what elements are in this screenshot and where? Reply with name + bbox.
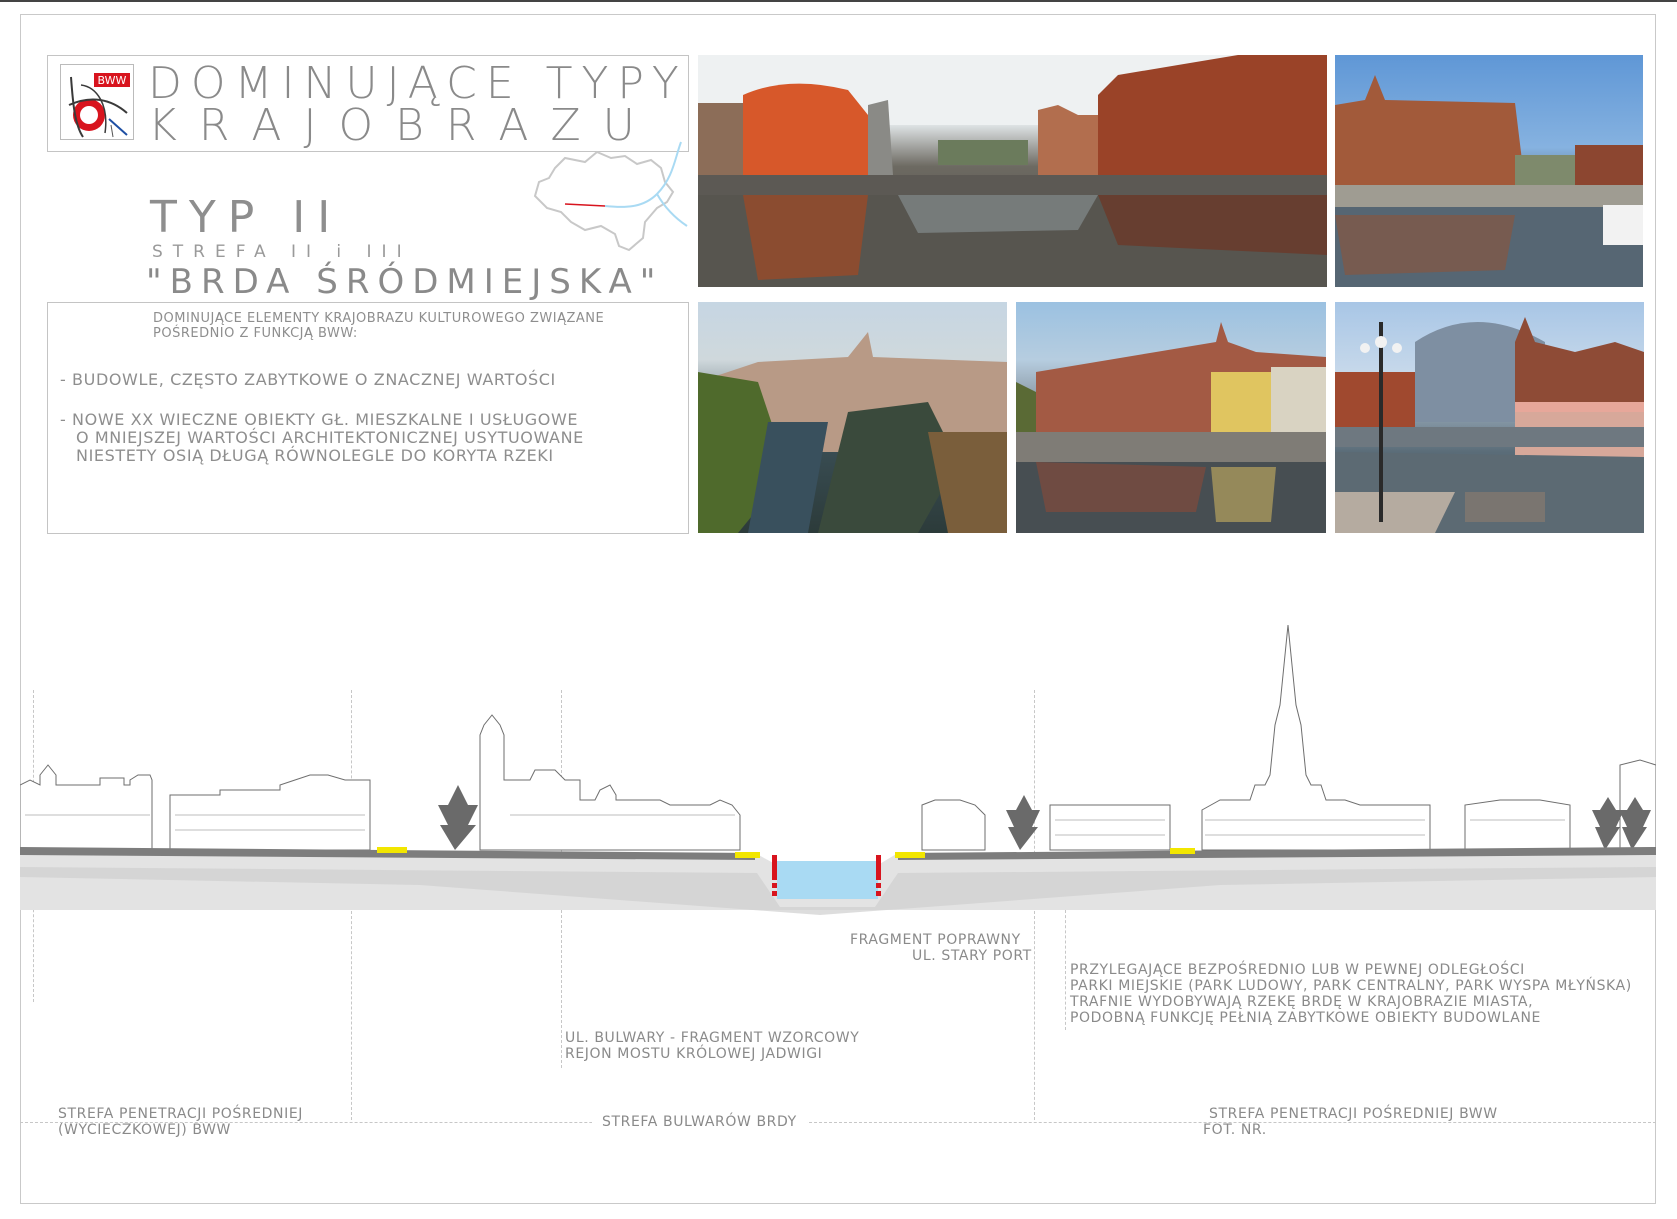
logo-text: BWW: [98, 74, 127, 87]
zone-right-line-1: STREFA PENETRACJI POŚREDNIEJ BWW: [1203, 1106, 1504, 1122]
bullet-1: - BUDOWLE, CZĘSTO ZABYTKOWE O ZNACZNEJ W…: [60, 370, 556, 389]
zone-left-line-1: STREFA PENETRACJI POŚREDNIEJ: [58, 1106, 310, 1122]
bullet-2-line-1: - NOWE XX WIECZNE OBIEKTY GŁ. MIESZKALNE…: [60, 410, 579, 429]
parks-label-line-2: PARKI MIEJSKIE (PARK LUDOWY, PARK CENTRA…: [1070, 978, 1632, 994]
zone-label: STREFA II i III: [152, 242, 412, 262]
bullet-2-line-2: O MNIEJSZEJ WARTOŚCI ARCHITEKTONICZNEJ U…: [76, 428, 584, 447]
parks-label-line-1: PRZYLEGAJĄCE BEZPOŚREDNIO LUB W PEWNEJ O…: [1070, 962, 1525, 978]
photo-opera-glass: [1335, 302, 1644, 533]
bullet-2-line-3: NIESTETY OSIĄ DŁUGĄ RÓWNOLEGLE DO KORYTA…: [76, 446, 554, 465]
description-box: DOMINUJĄCE ELEMENTY KRAJOBRAZU KULTUROWE…: [47, 302, 689, 534]
city-outline-map: [533, 141, 688, 252]
photo-post-office: [1335, 55, 1643, 287]
photo-riverside-buildings: [1016, 302, 1326, 533]
type-title: TYP II: [150, 192, 343, 243]
fragment-label-line-1: FRAGMENT POPRAWNY: [850, 932, 1021, 948]
river-cross-section: [20, 624, 1656, 915]
photo-panorama: [698, 55, 1327, 287]
parks-label-line-3: TRAFNIE WYDOBYWAJĄ RZEKĘ BRDĘ W KRAJOBRA…: [1070, 994, 1534, 1010]
description-intro: DOMINUJĄCE ELEMENTY KRAJOBRAZU KULTUROWE…: [153, 311, 605, 341]
bww-logo: BWW: [60, 64, 134, 140]
zone-middle: STREFA BULWARÓW BRDY: [592, 1114, 807, 1130]
parks-label-line-4: PODOBNĄ FUNKCJĘ PEŁNIĄ ZABYTKOWE OBIEKTY…: [1070, 1010, 1541, 1026]
photo-old-town: [698, 302, 1007, 533]
zone-right-line-2: FOT. NR.: [1203, 1122, 1267, 1138]
zone-divider-line: [20, 1122, 1656, 1123]
top-rule: [0, 0, 1677, 2]
bulwary-label-line-2: REJON MOSTU KRÓLOWEJ JADWIGI: [565, 1046, 823, 1062]
zone-left-line-2: (WYCIECZKOWEJ) BWW: [58, 1122, 231, 1138]
guide-line-5: [1065, 910, 1066, 1030]
fragment-label-line-2: UL. STARY PORT: [912, 948, 1032, 964]
type-name: "BRDA ŚRÓDMIEJSKA": [146, 262, 664, 302]
bulwary-label-line-1: UL. BULWARY - FRAGMENT WZORCOWY: [565, 1030, 860, 1046]
